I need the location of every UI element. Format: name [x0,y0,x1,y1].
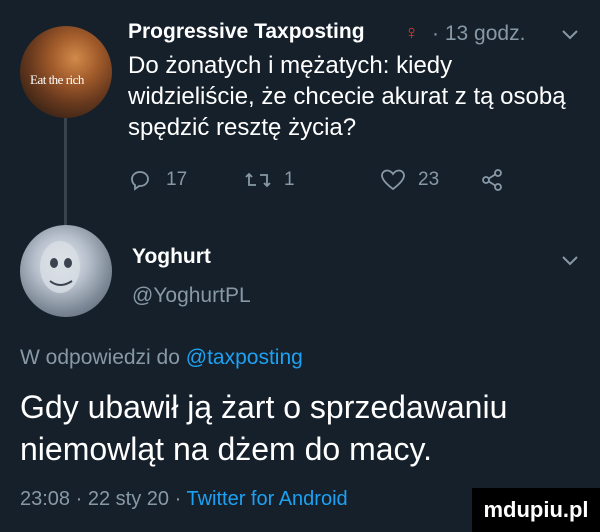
separator: · [174,488,182,510]
mention-link[interactable]: @taxposting [186,346,303,369]
separator: · [432,22,439,45]
avatar-picture [40,241,80,293]
author-handle[interactable]: @YoghurtPL [132,284,251,308]
tweet-time[interactable]: · 13 godz. [432,22,525,46]
reply-count: 17 [166,169,188,190]
heart-icon [381,169,405,191]
author-name[interactable]: Yoghurt [132,245,211,269]
chevron-down-icon[interactable] [562,24,578,45]
tweet-time[interactable]: 23:08 [20,488,70,510]
reply-prefix: W odpowiedzi do [20,346,180,369]
tweet-text: Gdy ubawił ją żart o sprzedawaniu niemow… [20,389,508,467]
woman-symbol-icon: ♀ [404,22,419,44]
separator: · [75,488,83,510]
chevron-down-icon[interactable] [562,250,578,271]
source-link[interactable]: Twitter for Android [186,488,347,510]
watermark-logo: mdupiu.pl [472,488,600,532]
share-button[interactable] [480,168,504,192]
tweet-text: Do żonatych i mężatych: kiedy widzieliśc… [128,52,566,141]
retweet-button[interactable]: 1 [244,168,295,192]
tweet-date[interactable]: 22 sty 20 [88,488,169,510]
thread-connector-line [64,118,67,234]
reply-button[interactable]: 17 [128,168,187,192]
author-name[interactable]: Progressive Taxposting [128,20,365,44]
avatar[interactable]: Eat the rich [20,26,112,118]
like-count: 23 [418,169,440,190]
retweet-icon [245,172,271,188]
reply-icon [131,171,149,191]
avatar[interactable] [20,225,112,317]
reply-context: W odpowiedzi do @taxposting [20,346,303,370]
time-label: 13 godz. [444,22,526,45]
retweet-count: 1 [284,169,295,190]
share-icon [482,169,502,191]
tweet-metadata: 23:08 · 22 sty 20 · Twitter for Android [20,488,348,511]
like-button[interactable]: 23 [380,168,439,192]
avatar-overlay-text: Eat the rich [30,72,84,87]
